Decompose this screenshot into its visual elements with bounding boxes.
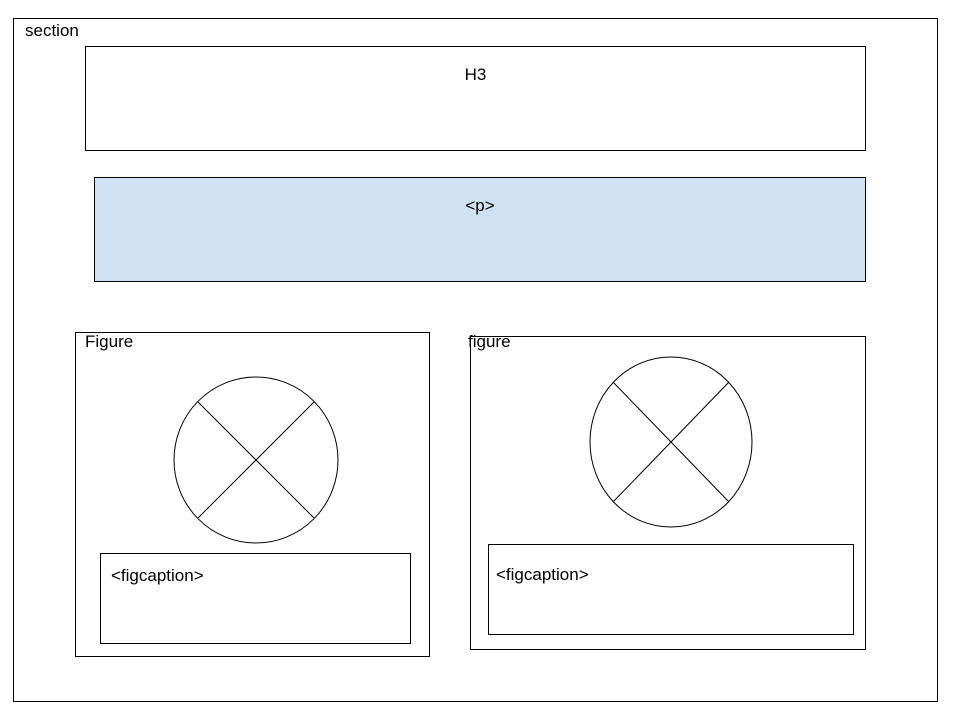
heading-block: H3 [85, 46, 866, 151]
paragraph-placeholder-label: <p> [465, 196, 495, 215]
image-placeholder-icon [589, 356, 753, 528]
figcaption-1-label: <figcaption> [111, 566, 204, 585]
figure-1-label: Figure [85, 332, 134, 351]
heading-placeholder-label: H3 [464, 65, 487, 84]
figure-2-label: figure [468, 332, 511, 351]
figcaption-2-label: <figcaption> [496, 565, 589, 584]
paragraph-block: <p> [94, 177, 866, 282]
image-placeholder-icon [173, 376, 339, 544]
figcaption-block-1: <figcaption> [100, 553, 411, 644]
figcaption-block-2: <figcaption> [488, 544, 854, 635]
section-label: section [25, 21, 79, 40]
